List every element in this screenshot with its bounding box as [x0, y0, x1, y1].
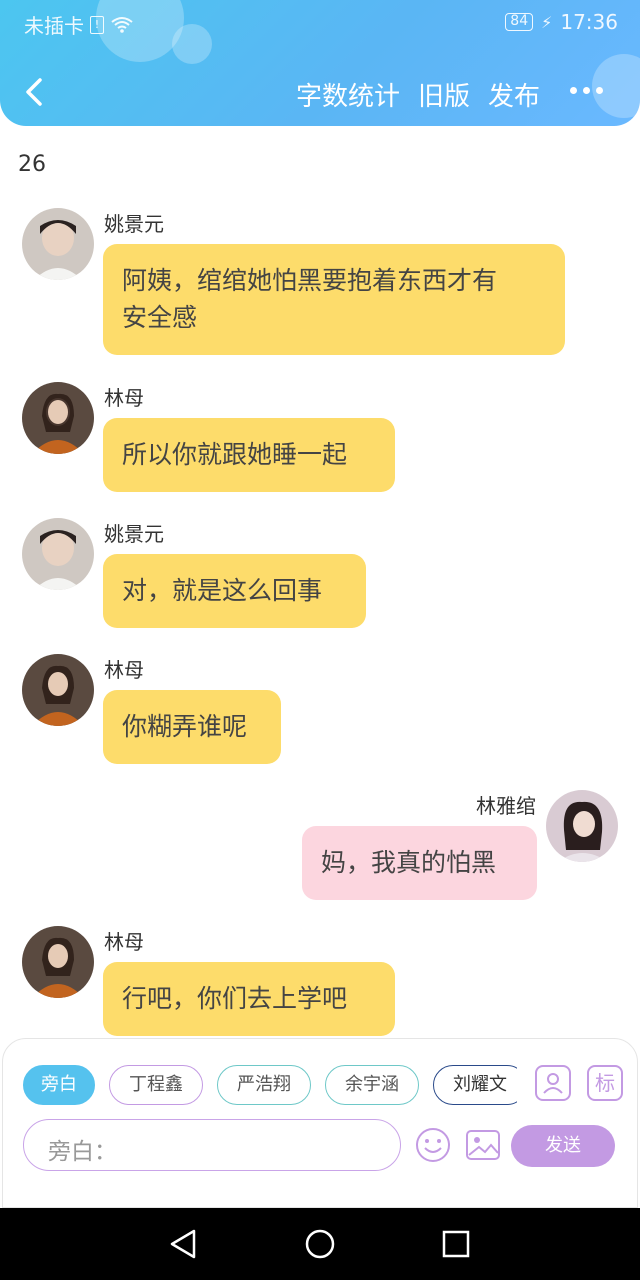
message-bubble[interactable]: 妈，我真的怕黑	[302, 826, 537, 900]
avatar[interactable]	[546, 790, 618, 862]
composer-panel: 旁白 丁程鑫 严浩翔 余宇涵 刘耀文 标 旁白： 发送	[2, 1038, 638, 1208]
back-arrow-icon[interactable]	[18, 72, 54, 112]
character-chip-list[interactable]: 旁白 丁程鑫 严浩翔 余宇涵 刘耀文	[23, 1065, 517, 1107]
message-line: 阿姨，绾绾她怕黑要抱着东西才有	[122, 266, 498, 295]
chip-character[interactable]: 严浩翔	[217, 1065, 311, 1105]
nav-bar: 字数统计 旧版 发布	[0, 66, 640, 118]
publish-button[interactable]: 发布	[488, 76, 540, 113]
message-line: 对，就是这么回事	[122, 576, 323, 605]
avatar[interactable]	[22, 926, 94, 998]
tag-icon-label: 标	[595, 1071, 615, 1095]
more-options-icon[interactable]	[570, 78, 610, 102]
old-version-button[interactable]: 旧版	[418, 76, 470, 113]
message-line: 所以你就跟她睡一起	[122, 440, 348, 469]
carrier-label: 未插卡	[24, 14, 84, 38]
message-line: 妈，我真的怕黑	[321, 848, 497, 877]
charging-icon: ⚡	[541, 12, 553, 32]
message-bubble[interactable]: 阿姨，绾绾她怕黑要抱着东西才有 安全感	[103, 244, 565, 355]
send-button[interactable]: 发送	[511, 1125, 615, 1167]
chip-character[interactable]: 刘耀文	[433, 1065, 517, 1105]
wifi-icon	[111, 16, 133, 33]
emoji-icon[interactable]	[415, 1127, 451, 1163]
sim-alert-icon: !	[90, 15, 104, 34]
speaker-name: 姚景元	[104, 212, 164, 236]
tag-icon[interactable]: 标	[587, 1065, 623, 1101]
message-line: 你糊弄谁呢	[122, 712, 248, 741]
message-bubble[interactable]: 对，就是这么回事	[103, 554, 366, 628]
speaker-name: 林母	[104, 930, 144, 954]
avatar[interactable]	[22, 208, 94, 280]
chip-character[interactable]: 余宇涵	[325, 1065, 419, 1105]
avatar[interactable]	[22, 654, 94, 726]
back-triangle-icon[interactable]	[168, 1228, 198, 1260]
image-icon[interactable]	[465, 1127, 501, 1163]
character-manage-icon[interactable]	[535, 1065, 571, 1101]
clock: 17:36	[560, 10, 618, 34]
avatar[interactable]	[22, 518, 94, 590]
message-line: 安全感	[122, 303, 198, 332]
battery-indicator: 84	[505, 13, 534, 31]
message-count: 26	[18, 152, 46, 177]
avatar[interactable]	[22, 382, 94, 454]
word-count-button[interactable]: 字数统计	[296, 76, 400, 113]
chip-character[interactable]: 丁程鑫	[109, 1065, 203, 1105]
message-bubble[interactable]: 行吧，你们去上学吧	[103, 962, 395, 1036]
message-input[interactable]: 旁白：	[23, 1119, 401, 1171]
app-header: 未插卡 ! 84 ⚡ 17:36 字数统计 旧版 发布	[0, 0, 640, 126]
recents-square-icon[interactable]	[441, 1229, 471, 1259]
message-bubble[interactable]: 所以你就跟她睡一起	[103, 418, 395, 492]
message-line: 行吧，你们去上学吧	[122, 984, 348, 1013]
speaker-name: 林母	[104, 386, 144, 410]
chip-narration[interactable]: 旁白	[23, 1065, 95, 1105]
speaker-name: 林雅绾	[476, 794, 536, 818]
speaker-name: 林母	[104, 658, 144, 682]
system-nav-bar	[0, 1208, 640, 1280]
speaker-name: 姚景元	[104, 522, 164, 546]
home-circle-icon[interactable]	[304, 1228, 336, 1260]
status-bar: 未插卡 ! 84 ⚡ 17:36	[0, 0, 640, 44]
message-bubble[interactable]: 你糊弄谁呢	[103, 690, 281, 764]
